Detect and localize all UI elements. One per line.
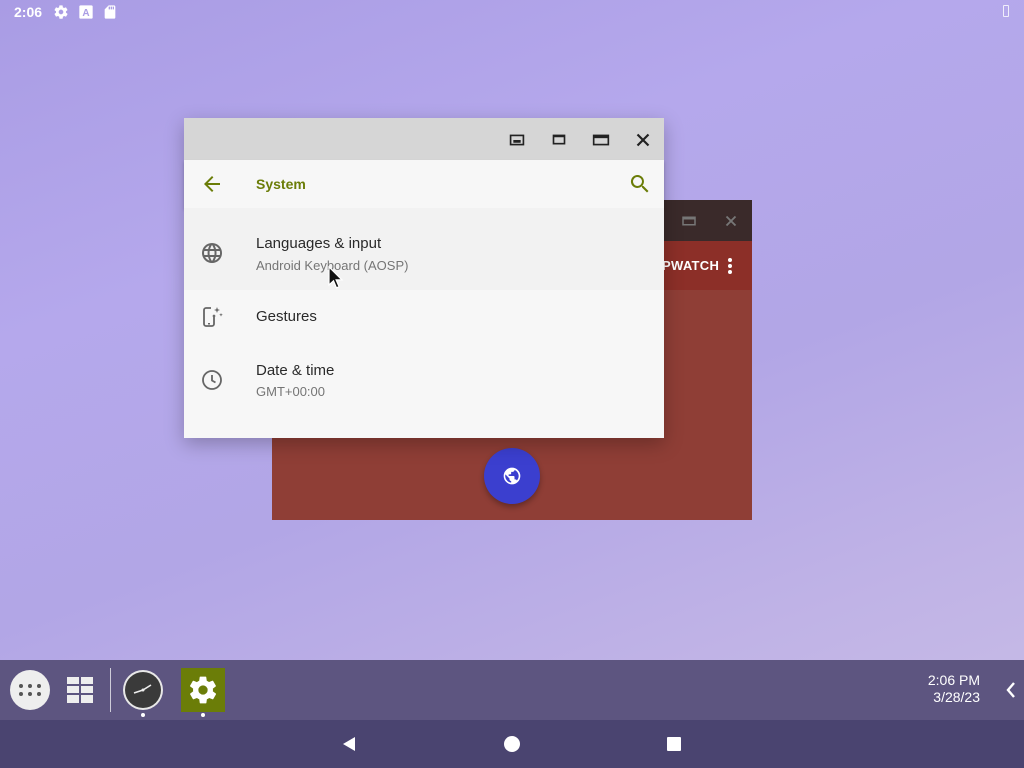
running-indicator xyxy=(141,713,145,717)
home-icon[interactable] xyxy=(504,736,520,752)
list-item-title: Languages & input xyxy=(256,235,382,252)
clock-app-icon[interactable] xyxy=(122,669,164,711)
gestures-icon xyxy=(203,307,223,327)
close-icon[interactable] xyxy=(632,129,654,151)
maximize-icon[interactable] xyxy=(590,129,612,151)
list-item-languages[interactable]: Languages & input Android Keyboard (AOSP… xyxy=(184,208,664,290)
page-title: System xyxy=(256,176,306,192)
recents-icon[interactable] xyxy=(667,737,681,751)
globe-icon xyxy=(202,243,222,263)
stopwatch-tab[interactable]: PWATCH xyxy=(662,258,719,273)
snap-icon[interactable] xyxy=(506,129,528,151)
list-item-title: Date & time xyxy=(256,362,335,379)
taskbar: 2:06 PM 3/28/23 xyxy=(0,660,1024,720)
list-item-title: Gestures xyxy=(256,308,317,325)
settings-app-icon[interactable] xyxy=(181,668,225,712)
back-arrow-icon[interactable] xyxy=(200,172,224,196)
settings-window[interactable]: System Languages & input Android Keyboar… xyxy=(184,118,664,438)
all-apps-icon[interactable] xyxy=(10,670,50,710)
sd-card-icon xyxy=(104,5,116,19)
gear-icon xyxy=(54,5,68,19)
clock-icon xyxy=(202,370,222,390)
globe-icon xyxy=(503,467,521,485)
back-icon[interactable] xyxy=(341,736,357,752)
list-item-subtitle: GMT+00:00 xyxy=(256,384,326,399)
list-item-gestures[interactable]: Gestures xyxy=(184,290,664,344)
list-item-date-time[interactable]: Date & time GMT+00:00 xyxy=(184,344,664,416)
overflow-menu-icon[interactable] xyxy=(724,256,736,276)
restore-icon[interactable] xyxy=(548,129,570,151)
app-bar: System xyxy=(184,160,664,208)
running-indicator xyxy=(201,713,205,717)
taskbar-time: 2:06 PM xyxy=(927,672,980,688)
taskbar-date: 3/28/23 xyxy=(933,689,980,705)
mouse-cursor-icon xyxy=(328,266,344,289)
status-bar: 2:06 A xyxy=(0,0,1024,24)
battery-icon xyxy=(1003,5,1009,17)
maximize-icon[interactable] xyxy=(680,212,698,230)
recents-grid-icon[interactable] xyxy=(66,676,94,704)
taskbar-clock[interactable]: 2:06 PM 3/28/23 xyxy=(910,672,980,706)
window-caption-bar[interactable] xyxy=(184,118,664,160)
svg-text:A: A xyxy=(82,8,89,19)
status-time: 2:06 xyxy=(14,4,43,20)
globe-fab-button[interactable] xyxy=(484,448,540,504)
gear-icon xyxy=(190,676,217,704)
taskbar-divider xyxy=(110,668,111,712)
keyboard-a-icon: A xyxy=(79,5,93,19)
close-icon[interactable] xyxy=(722,212,740,230)
search-icon[interactable] xyxy=(628,172,652,196)
chevron-left-icon[interactable] xyxy=(1004,680,1018,700)
navigation-bar xyxy=(0,720,1024,768)
